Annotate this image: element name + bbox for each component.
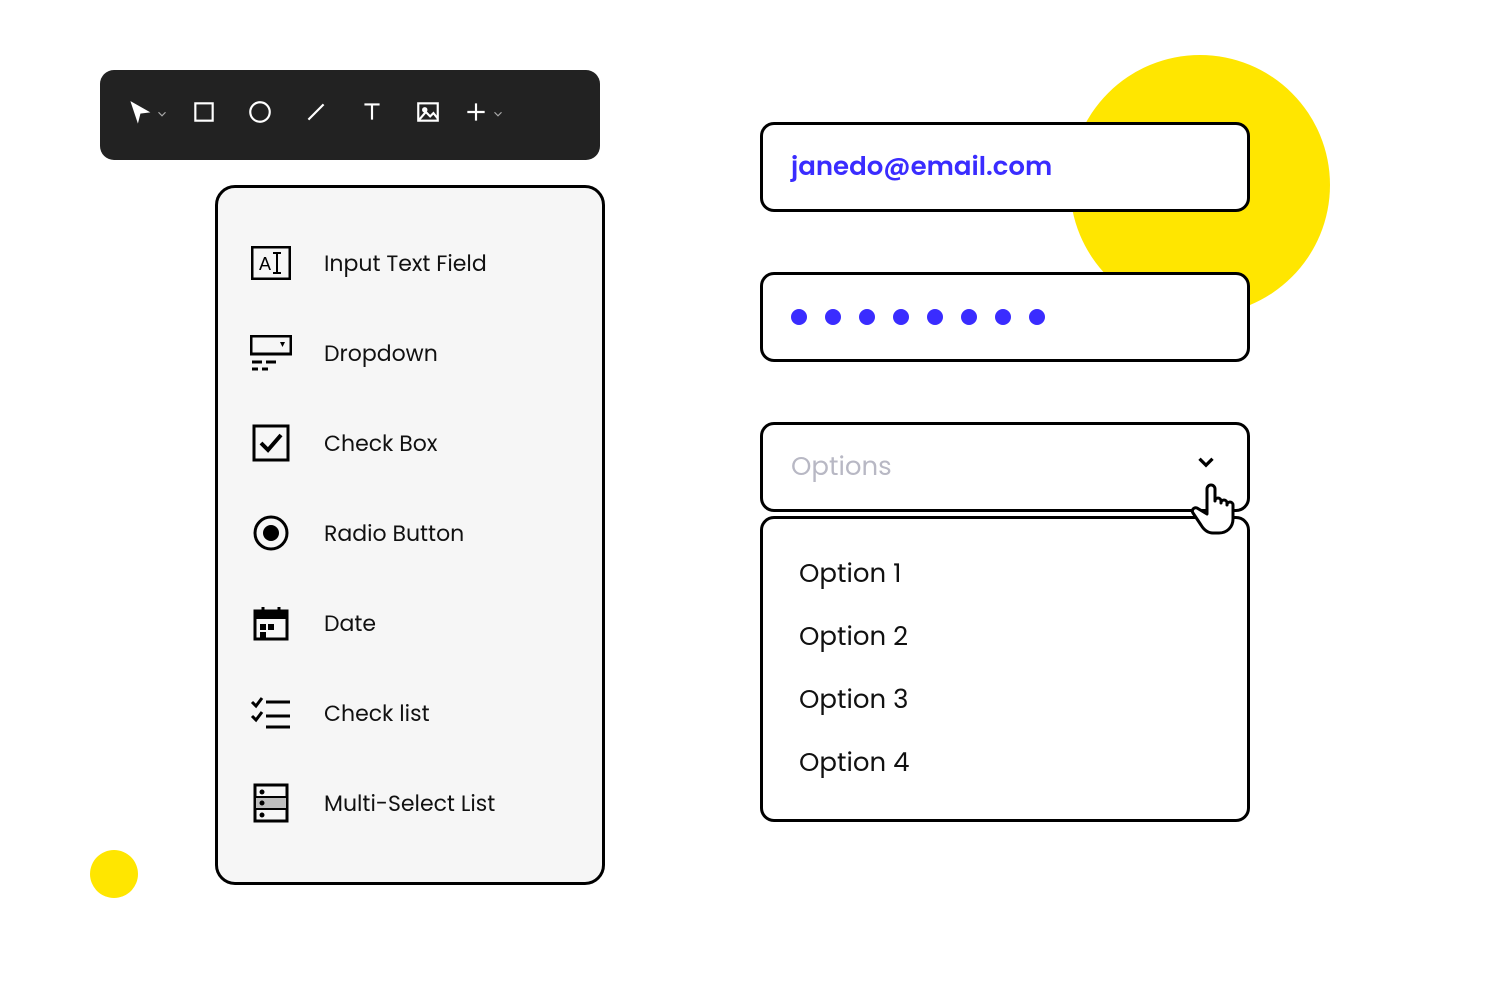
- chevron-down-icon: [155, 103, 169, 128]
- multiselect-icon: [248, 780, 294, 826]
- drawing-toolbar: [100, 70, 600, 160]
- text-tool[interactable]: [344, 85, 400, 145]
- square-icon: [191, 99, 217, 132]
- svg-text:A: A: [259, 254, 271, 274]
- palette-item-radio[interactable]: Radio Button: [248, 488, 572, 578]
- option-item[interactable]: Option 4: [799, 732, 1211, 795]
- checklist-icon: [248, 690, 294, 736]
- email-field[interactable]: janedo@email.com: [760, 122, 1250, 212]
- line-tool[interactable]: [288, 85, 344, 145]
- option-item[interactable]: Option 3: [799, 669, 1211, 732]
- palette-item-checkbox[interactable]: Check Box: [248, 398, 572, 488]
- options-select[interactable]: Options: [760, 422, 1250, 512]
- pointer-icon: [127, 99, 153, 132]
- circle-icon: [247, 99, 273, 132]
- options-select-placeholder: Options: [791, 448, 892, 487]
- dropdown-icon: [248, 330, 294, 376]
- pointer-tool[interactable]: [120, 85, 176, 145]
- text-icon: [359, 99, 385, 132]
- palette-item-dropdown[interactable]: Dropdown: [248, 308, 572, 398]
- image-tool[interactable]: [400, 85, 456, 145]
- input-text-icon: A: [248, 240, 294, 286]
- option-item[interactable]: Option 2: [799, 606, 1211, 669]
- palette-item-input-text[interactable]: A Input Text Field: [248, 218, 572, 308]
- hand-cursor-icon: [1185, 475, 1249, 539]
- password-mask-dots: [791, 309, 1045, 325]
- checkbox-icon: [248, 420, 294, 466]
- palette-item-label: Multi-Select List: [324, 787, 495, 820]
- decorative-circle-small: [90, 850, 138, 898]
- password-field[interactable]: [760, 272, 1250, 362]
- option-item[interactable]: Option 1: [799, 543, 1211, 606]
- chevron-down-icon: [491, 103, 505, 128]
- rectangle-tool[interactable]: [176, 85, 232, 145]
- radio-icon: [248, 510, 294, 556]
- palette-item-label: Input Text Field: [324, 247, 487, 280]
- plus-icon: [463, 99, 489, 132]
- palette-item-label: Radio Button: [324, 517, 464, 550]
- calendar-icon: [248, 600, 294, 646]
- palette-item-label: Check Box: [324, 427, 437, 460]
- palette-item-checklist[interactable]: Check list: [248, 668, 572, 758]
- options-dropdown-panel: Option 1 Option 2 Option 3 Option 4: [760, 516, 1250, 822]
- palette-item-date[interactable]: Date: [248, 578, 572, 668]
- circle-tool[interactable]: [232, 85, 288, 145]
- email-field-value: janedo@email.com: [791, 148, 1052, 187]
- line-icon: [303, 99, 329, 132]
- image-icon: [415, 99, 441, 132]
- palette-item-label: Date: [324, 607, 376, 640]
- component-palette: A Input Text Field Dropdown Check Box Ra…: [215, 185, 605, 885]
- palette-item-label: Dropdown: [324, 337, 438, 370]
- palette-item-label: Check list: [324, 697, 430, 730]
- palette-item-multiselect[interactable]: Multi-Select List: [248, 758, 572, 848]
- add-tool[interactable]: [456, 85, 512, 145]
